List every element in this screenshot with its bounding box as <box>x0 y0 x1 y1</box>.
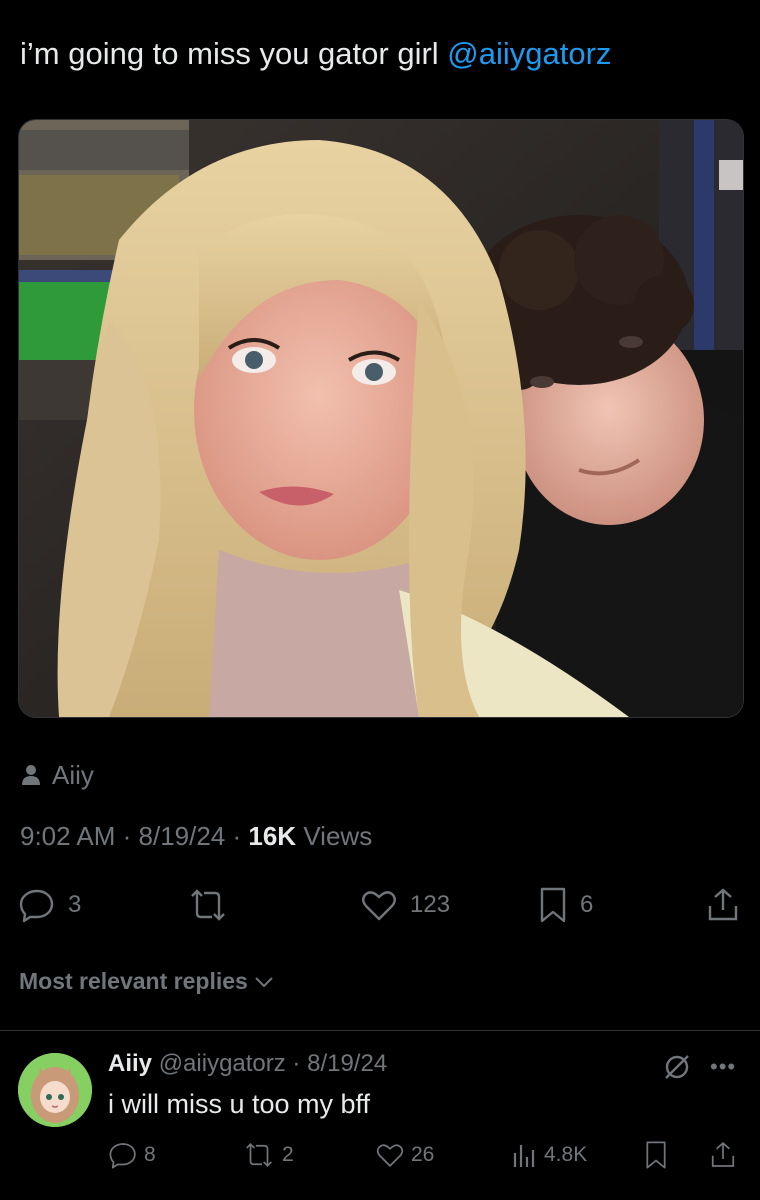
chevron-down-icon <box>255 976 273 987</box>
repost-button[interactable] <box>186 880 230 930</box>
like-icon <box>376 1144 404 1167</box>
bookmark-icon <box>646 1141 666 1169</box>
reply-repost-button[interactable]: 2 <box>242 1135 294 1175</box>
like-count: 123 <box>410 891 451 918</box>
reply-author-name[interactable]: Aiiy <box>108 1050 152 1077</box>
reply-header: Aiiy @aiiygatorz · 8/19/24 <box>108 1050 388 1077</box>
reply-action-bar: 8 2 26 4.8K <box>0 1135 760 1175</box>
mention-link[interactable]: @aiiygatorz <box>447 36 611 71</box>
reply-button[interactable]: 3 <box>18 880 81 930</box>
reply-text: i will miss u too my bff <box>108 1089 371 1119</box>
share-button[interactable] <box>704 880 742 930</box>
tweet-meta: 9:02 AM · 8/19/24 · 16K Views <box>20 821 373 851</box>
reply-sort-dropdown[interactable]: Most relevant replies <box>19 968 274 995</box>
reply-reply-count: 8 <box>144 1143 156 1166</box>
avatar[interactable] <box>18 1053 92 1127</box>
tweet-time[interactable]: 9:02 AM <box>20 821 115 851</box>
divider <box>0 1030 760 1031</box>
bookmark-icon <box>540 887 566 923</box>
reply-views-button[interactable]: 4.8K <box>510 1135 587 1175</box>
like-button[interactable]: 123 <box>360 880 450 930</box>
reply-repost-count: 2 <box>282 1143 294 1166</box>
bookmark-count: 6 <box>580 891 594 918</box>
repost-icon <box>246 1142 272 1168</box>
person-icon <box>22 765 40 785</box>
reply-author-handle[interactable]: @aiiygatorz <box>159 1050 286 1077</box>
sort-label: Most relevant replies <box>19 968 248 994</box>
tweet-date[interactable]: 8/19/24 <box>139 821 226 851</box>
reply-bookmark-button[interactable] <box>644 1135 668 1175</box>
reply-count: 3 <box>68 891 82 918</box>
tagged-user[interactable]: Aiiy <box>22 758 94 792</box>
like-icon <box>362 891 396 921</box>
reply-share-button[interactable] <box>708 1135 738 1175</box>
reply-views-count: 4.8K <box>544 1143 588 1166</box>
tweet-action-bar: 3 123 6 <box>0 880 760 930</box>
tagged-user-name: Aiiy <box>52 759 94 790</box>
views-icon <box>513 1145 535 1167</box>
share-icon <box>708 888 738 921</box>
views-count: 16K <box>248 821 297 851</box>
reply-date[interactable]: 8/19/24 <box>307 1050 387 1077</box>
reply-like-count: 26 <box>411 1143 435 1166</box>
repost-icon <box>191 889 225 921</box>
more-icon[interactable]: ••• <box>710 1054 736 1080</box>
reply-reply-button[interactable]: 8 <box>108 1135 156 1175</box>
reply-icon <box>109 1143 136 1169</box>
tweet-body: i’m going to miss you gator girl <box>20 36 448 71</box>
tweet-text: i’m going to miss you gator girl @aiiyga… <box>20 34 611 74</box>
reply-like-button[interactable]: 26 <box>375 1135 434 1175</box>
tweet-photo[interactable] <box>18 119 744 718</box>
views-label: Views <box>303 821 373 851</box>
bookmark-button[interactable]: 6 <box>538 880 593 930</box>
share-icon <box>711 1142 735 1167</box>
mute-icon[interactable] <box>662 1052 692 1082</box>
reply-icon <box>19 889 54 923</box>
